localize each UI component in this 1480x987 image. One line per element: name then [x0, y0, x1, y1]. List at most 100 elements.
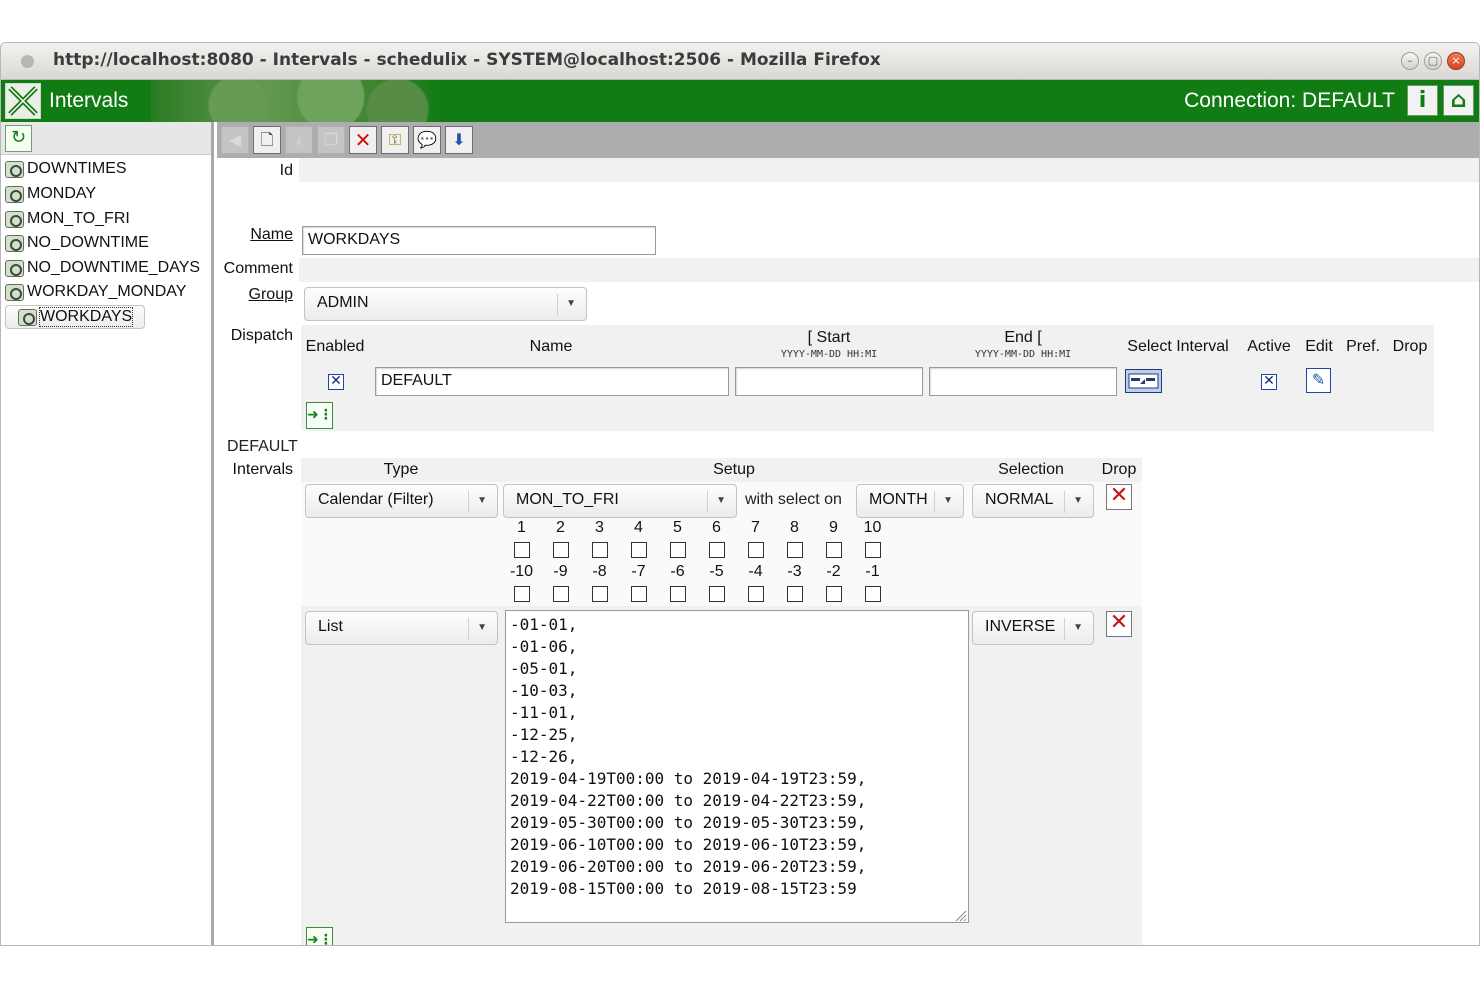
tree-item-workday-monday[interactable]: WORKDAY_MONDAY [5, 280, 186, 304]
id-label: Id [279, 162, 293, 179]
window-title: http://localhost:8080 - Intervals - sche… [53, 50, 881, 70]
download-icon[interactable]: ⬇ [445, 126, 473, 154]
day-checkbox[interactable] [591, 586, 608, 602]
selection-value: NORMAL [985, 491, 1054, 508]
pos-label: 3 [595, 519, 604, 536]
type-select-calendar[interactable]: Calendar (Filter) ▼ [305, 484, 498, 518]
day-checkbox[interactable] [513, 542, 530, 558]
interval-icon [5, 234, 24, 252]
period-select[interactable]: MONTH ▼ [856, 484, 964, 518]
connection-label: Connection: [1184, 89, 1297, 112]
tree-item-workdays[interactable]: WORKDAYS [5, 305, 146, 329]
type-select-list[interactable]: List ▼ [305, 611, 498, 645]
setup-calendar-select[interactable]: MON_TO_FRI ▼ [503, 484, 737, 518]
neg-label: -2 [826, 563, 841, 580]
dispatch-active-checkbox[interactable]: ✕ [1261, 374, 1277, 390]
dispatch-name-input[interactable]: DEFAULT [375, 367, 729, 396]
copy-icon: ❐ [317, 126, 345, 154]
day-checkbox[interactable] [552, 542, 569, 558]
add-interval-button[interactable]: ➜⋮ [306, 927, 333, 945]
neg-label: -5 [709, 563, 724, 580]
drop-interval-list-icon[interactable]: ✕ [1106, 611, 1132, 637]
day-checkbox[interactable] [786, 586, 803, 602]
select-interval-icon[interactable] [1125, 369, 1162, 393]
period-value: MONTH [869, 491, 928, 508]
neg-label: -10 [509, 563, 534, 580]
col-select-interval: Select Interval [1127, 338, 1229, 355]
pos-label: 5 [673, 519, 682, 536]
app-title: Intervals [49, 89, 129, 112]
selection-select-calendar[interactable]: NORMAL ▼ [972, 484, 1094, 518]
chevron-down-icon: ▼ [477, 495, 487, 506]
dispatch-end-input[interactable] [929, 367, 1117, 396]
app-logo-icon [5, 83, 41, 119]
day-checkbox[interactable] [708, 542, 725, 558]
pos-label: 1 [517, 519, 526, 536]
day-checkbox[interactable] [552, 586, 569, 602]
new-document-icon[interactable]: 🗋 [253, 126, 281, 154]
chevron-down-icon: ▼ [566, 298, 576, 309]
minimize-button[interactable]: – [1401, 52, 1419, 70]
name-input[interactable]: WORKDAYS [302, 226, 656, 255]
tree-item-downtimes[interactable]: DOWNTIMES [5, 157, 127, 181]
col-active: Active [1247, 338, 1291, 355]
resize-grip-icon[interactable] [953, 908, 967, 922]
col-start-format: YYYY-MM-DD HH:MI [780, 349, 878, 360]
list-textarea[interactable]: -01-01, -01-06, -05-01, -10-03, -11-01, … [505, 610, 969, 923]
col-type: Type [383, 461, 419, 478]
day-checkbox[interactable] [864, 542, 881, 558]
pos-label: 9 [829, 519, 838, 536]
tree-item-monday[interactable]: MONDAY [5, 182, 96, 206]
group-select[interactable]: ADMIN ▼ [304, 287, 587, 321]
home-icon[interactable]: ⌂ [1443, 85, 1474, 116]
interval-icon [5, 283, 24, 301]
col-name: Name [529, 338, 573, 355]
tree-item-no-downtime[interactable]: NO_DOWNTIME [5, 231, 149, 255]
add-dispatch-button[interactable]: ➜⋮ [306, 402, 333, 429]
day-checkbox[interactable] [786, 542, 803, 558]
chevron-down-icon: ▼ [943, 495, 953, 506]
window-menu-icon[interactable] [21, 55, 34, 68]
tree-item-no-downtime-days[interactable]: NO_DOWNTIME_DAYS [5, 256, 200, 280]
negative-numbers: -10 -9 -8 -7 -6 -5 -4 -3 -2 -1 [502, 563, 892, 581]
chevron-down-icon: ▼ [477, 622, 487, 633]
day-checkbox[interactable] [591, 542, 608, 558]
neg-label: -1 [865, 563, 880, 580]
save-icon: ⤓ [285, 126, 313, 154]
day-checkbox[interactable] [864, 586, 881, 602]
detail-toolbar: ◀ 🗋 ⤓ ❐ ✕ ⚿ 💬 ⬇ [217, 122, 1479, 158]
id-row-bg [299, 158, 1479, 182]
col-edit: Edit [1305, 338, 1333, 355]
drop-interval-calendar-icon[interactable]: ✕ [1106, 484, 1132, 510]
day-checkbox[interactable] [825, 586, 842, 602]
interval-icon [5, 259, 24, 277]
tree-item-mon-to-fri[interactable]: MON_TO_FRI [5, 207, 130, 231]
edit-pencil-icon[interactable]: ✎ [1306, 368, 1331, 393]
col-end-format: YYYY-MM-DD HH:MI [974, 349, 1072, 360]
browser-window: http://localhost:8080 - Intervals - sche… [0, 42, 1480, 946]
col-pref: Pref. [1346, 338, 1380, 355]
day-checkbox[interactable] [825, 542, 842, 558]
col-setup: Setup [713, 461, 755, 478]
key-icon[interactable]: ⚿ [381, 126, 409, 154]
day-checkbox[interactable] [708, 586, 725, 602]
refresh-icon[interactable]: ↻ [5, 125, 32, 152]
day-checkbox[interactable] [669, 586, 686, 602]
day-checkbox[interactable] [669, 542, 686, 558]
selection-select-list[interactable]: INVERSE ▼ [972, 611, 1094, 645]
delete-icon[interactable]: ✕ [349, 126, 377, 154]
dispatch-start-input[interactable] [735, 367, 923, 396]
close-button[interactable]: × [1447, 52, 1465, 70]
maximize-button[interactable]: ▢ [1424, 52, 1442, 70]
selection-value: INVERSE [985, 618, 1056, 635]
connection-value: DEFAULT [1302, 89, 1395, 112]
col-interval-drop: Drop [1101, 461, 1137, 478]
info-icon[interactable]: i [1407, 85, 1438, 116]
dispatch-enabled-checkbox[interactable]: ✕ [328, 374, 344, 390]
day-checkbox[interactable] [513, 586, 530, 602]
day-checkbox[interactable] [630, 586, 647, 602]
day-checkbox[interactable] [747, 542, 764, 558]
day-checkbox[interactable] [747, 586, 764, 602]
day-checkbox[interactable] [630, 542, 647, 558]
comment-icon[interactable]: 💬 [413, 126, 441, 154]
